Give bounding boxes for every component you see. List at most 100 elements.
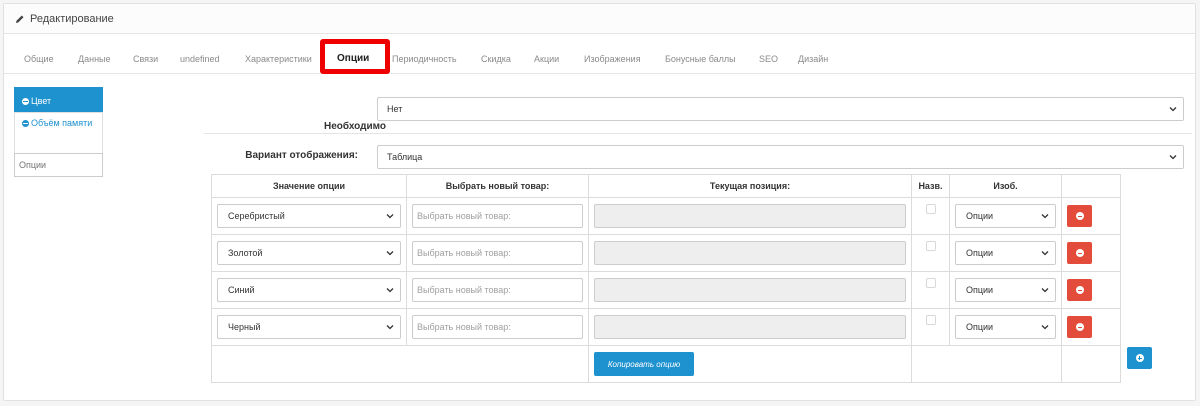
image-select[interactable]: Опции [955,315,1056,339]
current-position-field [594,278,906,302]
option-item-memory[interactable]: Объём памяти [14,112,103,153]
table-footer-row: Копировать опцию [211,345,1121,383]
tab-undefined[interactable]: undefined [180,54,220,64]
tab-images[interactable]: Изображения [584,54,641,64]
panel-header: Редактирование [4,4,1195,34]
name-checkbox[interactable] [926,241,936,251]
remove-row-button[interactable] [1067,316,1092,338]
minus-circle-icon [1075,286,1084,294]
tab-data[interactable]: Данные [78,54,111,64]
image-select[interactable]: Опции [955,241,1056,265]
option-item-label: Объём памяти [31,118,93,128]
table-row: Серебристый Выбрать новый товар: Опции [211,197,1121,235]
chevron-down-icon [386,251,394,256]
option-item-color[interactable]: Цвет [14,87,103,112]
tab-seo[interactable]: SEO [759,54,778,64]
option-value-text: Серебристый [228,211,285,221]
image-select-value: Опции [966,211,994,221]
table-row: Синий Выбрать новый товар: Опции [211,271,1121,309]
panel-title: Редактирование [30,12,114,25]
active-tab-highlight [320,39,390,74]
name-checkbox[interactable] [926,278,936,288]
option-values-table: Значение опции Выбрать новый товар: Теку… [211,174,1121,383]
option-list: Цвет Объём памяти [14,87,103,177]
chevron-down-icon [1041,325,1049,330]
image-select[interactable]: Опции [955,204,1056,228]
tab-discount[interactable]: Скидка [481,54,511,64]
chevron-down-icon [1041,251,1049,256]
table-row: Черный Выбрать новый товар: Опции [211,308,1121,346]
column-header [1061,174,1121,198]
option-value-select[interactable]: Серебристый [217,204,401,228]
tab-recurring[interactable]: Периодичность [392,54,457,64]
tab-design[interactable]: Дизайн [798,54,828,64]
current-position-field [594,204,906,228]
image-select-value: Опции [966,285,994,295]
required-select[interactable]: Нет [377,97,1184,121]
column-header: Текущая позиция: [588,174,912,198]
column-header: Назв. [911,174,950,198]
required-value: Нет [387,104,403,114]
tab-special[interactable]: Акции [534,54,559,64]
new-product-input[interactable]: Выбрать новый товар: [412,278,583,302]
column-header: Выбрать новый товар: [406,174,589,198]
option-search-input[interactable] [14,153,103,177]
image-select-value: Опции [966,322,994,332]
option-value-select[interactable]: Черный [217,315,401,339]
footer-empty-cell [1061,345,1121,383]
chevron-down-icon [1169,107,1177,112]
current-position-field [594,315,906,339]
tab-general[interactable]: Общие [24,54,54,64]
minus-circle-icon [1075,212,1084,220]
chevron-down-icon [1169,155,1177,160]
display-type-label: Вариант отображения: [245,150,358,161]
option-value-text: Синий [228,285,255,295]
tab-attributes[interactable]: Характеристики [245,54,312,64]
table-row: Золотой Выбрать новый товар: Опции [211,234,1121,272]
image-select[interactable]: Опции [955,278,1056,302]
footer-empty-cell [911,345,1062,383]
new-product-placeholder: Выбрать новый товар: [417,285,511,295]
tab-links[interactable]: Связи [133,54,158,64]
add-option-value-button[interactable] [1127,347,1152,369]
option-value-text: Черный [228,322,261,332]
footer-empty-cell [211,345,589,383]
minus-circle-icon [1075,249,1084,257]
pencil-icon [16,15,24,23]
name-checkbox[interactable] [926,204,936,214]
chevron-down-icon [1041,214,1049,219]
minus-circle-icon [22,98,29,105]
chevron-down-icon [386,288,394,293]
new-product-placeholder: Выбрать новый товар: [417,211,511,221]
required-label: Необходимо [324,121,386,132]
option-value-text: Золотой [228,248,263,258]
new-product-input[interactable]: Выбрать новый товар: [412,204,583,228]
option-item-label: Цвет [31,96,52,106]
new-product-placeholder: Выбрать новый товар: [417,322,511,332]
remove-row-button[interactable] [1067,205,1092,227]
tab-bar: Общие Данные Связи undefined Характерист… [4,34,1195,74]
column-header: Значение опции [211,174,407,198]
column-header: Изоб. [949,174,1062,198]
new-product-input[interactable]: Выбрать новый товар: [412,315,583,339]
copy-option-button[interactable]: Копировать опцию [594,352,694,376]
minus-circle-icon [22,120,29,127]
chevron-down-icon [1041,288,1049,293]
option-value-select[interactable]: Синий [217,278,401,302]
image-select-value: Опции [966,248,994,258]
remove-row-button[interactable] [1067,279,1092,301]
form-divider [204,133,1192,134]
tab-reward-points[interactable]: Бонусные баллы [665,54,736,64]
chevron-down-icon [386,214,394,219]
plus-circle-icon [1135,354,1144,362]
display-type-select[interactable]: Таблица [377,145,1184,169]
option-value-select[interactable]: Золотой [217,241,401,265]
minus-circle-icon [1075,323,1084,331]
current-position-field [594,241,906,265]
new-product-placeholder: Выбрать новый товар: [417,248,511,258]
remove-row-button[interactable] [1067,242,1092,264]
display-type-value: Таблица [387,152,423,162]
new-product-input[interactable]: Выбрать новый товар: [412,241,583,265]
chevron-down-icon [386,325,394,330]
name-checkbox[interactable] [926,315,936,325]
